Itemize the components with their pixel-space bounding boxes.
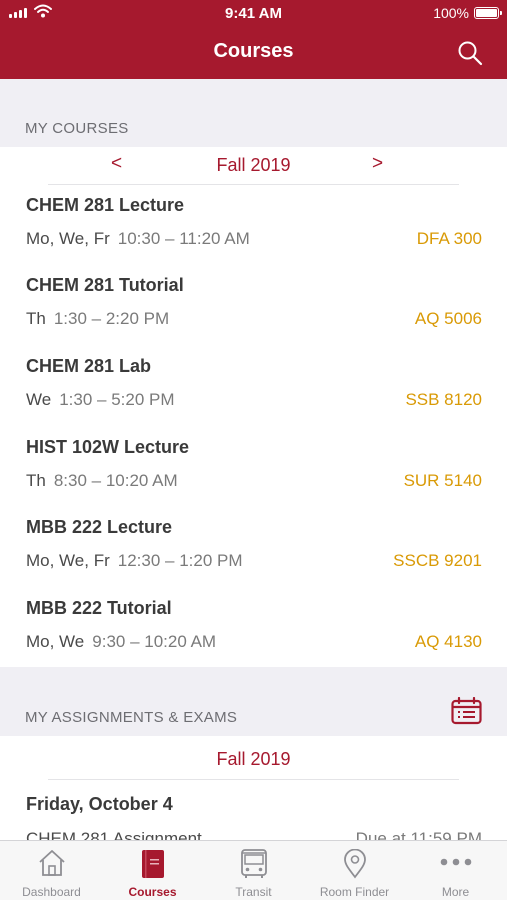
term-selector: < Fall 2019 > [0, 147, 507, 185]
more-icon [440, 858, 471, 866]
status-time: 9:41 AM [225, 5, 282, 22]
tab-room-finder[interactable]: Room Finder [304, 841, 405, 900]
course-row[interactable]: MBB 222 Lecture Mo, We, Fr 12:30 – 1:20 P… [0, 506, 507, 586]
course-room[interactable]: SSB 8120 [405, 390, 482, 410]
assignments-term-label[interactable]: Fall 2019 [0, 749, 507, 770]
assignments-card: Fall 2019 Friday, October 4 CHEM 281 Ass… [0, 736, 507, 840]
tab-label: More [441, 885, 470, 899]
tab-bar: Dashboard Courses Transit Room Finder Mo… [0, 840, 507, 900]
course-schedule: We 1:30 – 5:20 PM [26, 390, 175, 409]
tab-label: Dashboard [22, 885, 81, 899]
course-room[interactable]: SSCB 9201 [393, 551, 482, 571]
course-schedule: Th 1:30 – 2:20 PM [26, 309, 170, 328]
tab-label: Courses [128, 885, 177, 899]
course-schedule: Mo, We, Fr 10:30 – 11:20 AM [26, 229, 250, 248]
course-row[interactable]: MBB 222 Tutorial Mo, We 9:30 – 10:20 AM A… [0, 587, 507, 667]
course-name: CHEM 281 Tutorial [26, 275, 184, 295]
assignments-term-row: Fall 2019 [0, 742, 507, 780]
course-room[interactable]: AQ 5006 [415, 309, 482, 329]
course-room[interactable]: SUR 5140 [404, 471, 482, 491]
course-time: 1:30 – 2:20 PM [53, 309, 170, 328]
tab-dashboard[interactable]: Dashboard [1, 841, 102, 900]
course-schedule: Th 8:30 – 10:20 AM [26, 471, 178, 490]
course-row[interactable]: CHEM 281 Tutorial Th 1:30 – 2:20 PM AQ 50… [0, 264, 507, 344]
calendar-icon[interactable] [451, 697, 482, 725]
course-name: CHEM 281 Lecture [26, 195, 185, 215]
course-room[interactable]: AQ 4130 [415, 632, 482, 652]
course-schedule: Mo, We, Fr 12:30 – 1:20 PM [26, 551, 243, 570]
my-courses-card: < Fall 2019 > CHEM 281 Lecture Mo, We, F… [0, 147, 507, 667]
tab-courses[interactable]: Courses [102, 841, 203, 900]
assignments-section-label: MY ASSIGNMENTS & EXAMS [25, 709, 238, 726]
map-pin-icon [343, 849, 366, 879]
assignment-due: Due at 11:59 PM [355, 829, 482, 840]
page-title: Courses [213, 40, 294, 62]
assignment-date-heading: Friday, October 4 [26, 794, 173, 814]
tab-label: Room Finder [319, 885, 390, 899]
course-name: CHEM 281 Lab [26, 356, 152, 376]
course-time: 10:30 – 11:20 AM [117, 229, 250, 248]
battery-percent: 100% [433, 5, 469, 21]
course-row[interactable]: CHEM 281 Lab We 1:30 – 5:20 PM SSB 8120 [0, 345, 507, 425]
tab-more[interactable]: More [405, 841, 506, 900]
course-time: 12:30 – 1:20 PM [117, 551, 243, 570]
book-icon [141, 850, 164, 878]
assignment-name[interactable]: CHEM 281 Assignment [26, 829, 202, 840]
home-icon [38, 850, 65, 876]
search-icon[interactable] [457, 40, 483, 66]
course-row[interactable]: CHEM 281 Lecture Mo, We, Fr 10:30 – 11:20… [0, 184, 507, 264]
battery-icon [474, 7, 502, 19]
course-room[interactable]: DFA 300 [417, 229, 482, 249]
course-time: 1:30 – 5:20 PM [59, 390, 175, 409]
term-label[interactable]: Fall 2019 [0, 155, 507, 176]
course-name: MBB 222 Tutorial [26, 598, 172, 618]
course-name: HIST 102W Lecture [26, 437, 190, 457]
status-bar: 9:41 AM 100% [0, 0, 507, 26]
tab-transit[interactable]: Transit [203, 841, 304, 900]
course-schedule: Mo, We 9:30 – 10:20 AM [26, 632, 217, 651]
course-time: 9:30 – 10:20 AM [92, 632, 217, 651]
bus-icon [240, 849, 267, 878]
course-time: 8:30 – 10:20 AM [53, 471, 178, 490]
my-courses-section-label: MY COURSES [25, 120, 129, 137]
course-row[interactable]: HIST 102W Lecture Th 8:30 – 10:20 AM SUR … [0, 426, 507, 506]
tab-label: Transit [235, 885, 272, 899]
next-term-button[interactable]: > [372, 153, 383, 175]
nav-header: 9:41 AM 100% Courses [0, 0, 507, 79]
course-name: MBB 222 Lecture [26, 517, 173, 537]
